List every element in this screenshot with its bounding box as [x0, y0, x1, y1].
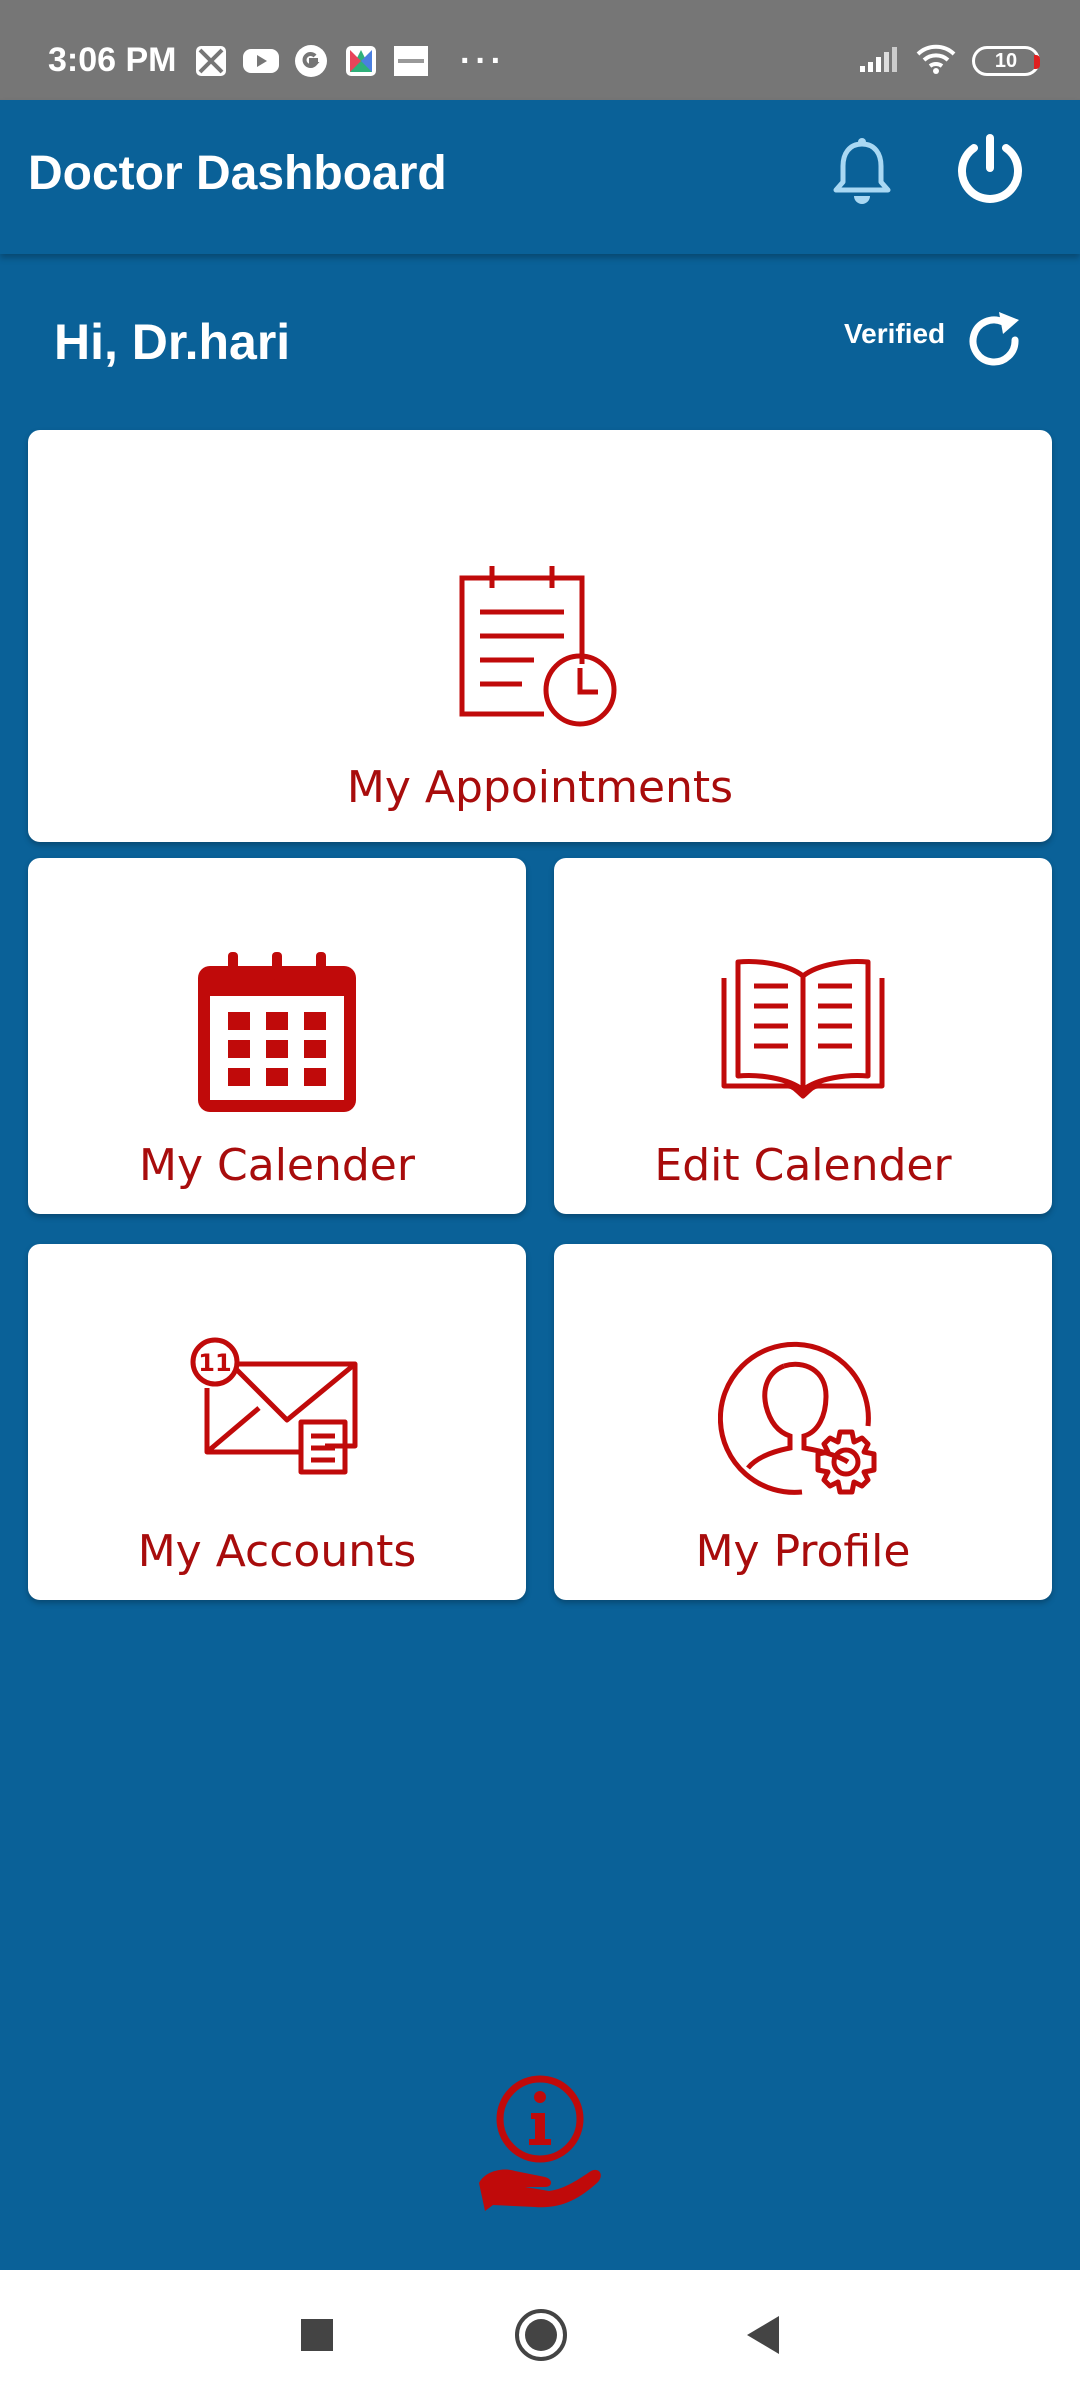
more-notifications-icon: ···	[460, 42, 506, 80]
back-button[interactable]	[726, 2298, 800, 2372]
signal-icon	[858, 44, 900, 79]
notification-icons: ···	[192, 40, 506, 82]
accounts-badge: 11	[198, 1349, 231, 1377]
edit-calendar-card[interactable]: Edit Calender	[554, 858, 1052, 1214]
battery-level: 10	[994, 49, 1018, 72]
refresh-icon	[969, 312, 1019, 366]
notifications-button[interactable]	[820, 128, 904, 212]
status-right: 10	[858, 40, 1040, 82]
system-nav-bar	[0, 2270, 1080, 2400]
back-triangle-icon	[747, 2316, 779, 2354]
zomato-icon	[392, 42, 430, 80]
refresh-button[interactable]	[960, 305, 1032, 377]
recents-button[interactable]	[280, 2298, 354, 2372]
info-hand-icon	[479, 2075, 601, 2211]
my-accounts-label: My Accounts	[137, 1526, 417, 1577]
page-title: Doctor Dashboard	[28, 147, 447, 200]
edit-calendar-label: Edit Calender	[654, 1140, 952, 1191]
mail-invoice-icon: 11	[190, 1337, 358, 1475]
status-bar: 3:06 PM ··· 10	[0, 0, 1080, 100]
youtube-icon	[242, 42, 280, 80]
appointment-schedule-icon	[459, 566, 617, 727]
app-bar: Doctor Dashboard	[0, 100, 1080, 254]
my-accounts-card[interactable]: 11 My Accounts	[28, 1244, 526, 1600]
info-help-button[interactable]	[470, 2070, 610, 2220]
square-icon	[301, 2319, 333, 2351]
wifi-icon	[914, 42, 958, 81]
my-profile-label: My Profile	[695, 1526, 911, 1577]
battery-icon: 10	[972, 46, 1040, 76]
my-calendar-card[interactable]: My Calender	[28, 858, 526, 1214]
my-appointments-card[interactable]: My Appointments	[28, 430, 1052, 842]
calendar-icon	[198, 952, 356, 1112]
greeting-text: Hi, Dr.hari	[54, 314, 291, 370]
status-time: 3:06 PM	[48, 41, 177, 79]
app-icon	[342, 42, 380, 80]
profile-settings-icon	[718, 1341, 877, 1495]
maps-icon	[192, 42, 230, 80]
verification-status: Verified	[844, 318, 946, 349]
my-appointments-label: My Appointments	[346, 762, 734, 813]
circle-icon	[515, 2309, 567, 2361]
my-profile-card[interactable]: My Profile	[554, 1244, 1052, 1600]
bell-icon	[833, 137, 891, 204]
logout-button[interactable]	[944, 124, 1036, 216]
home-button[interactable]	[504, 2298, 578, 2372]
my-calendar-label: My Calender	[139, 1140, 415, 1191]
power-icon	[958, 134, 1022, 203]
google-icon	[292, 42, 330, 80]
open-book-icon	[721, 959, 885, 1099]
